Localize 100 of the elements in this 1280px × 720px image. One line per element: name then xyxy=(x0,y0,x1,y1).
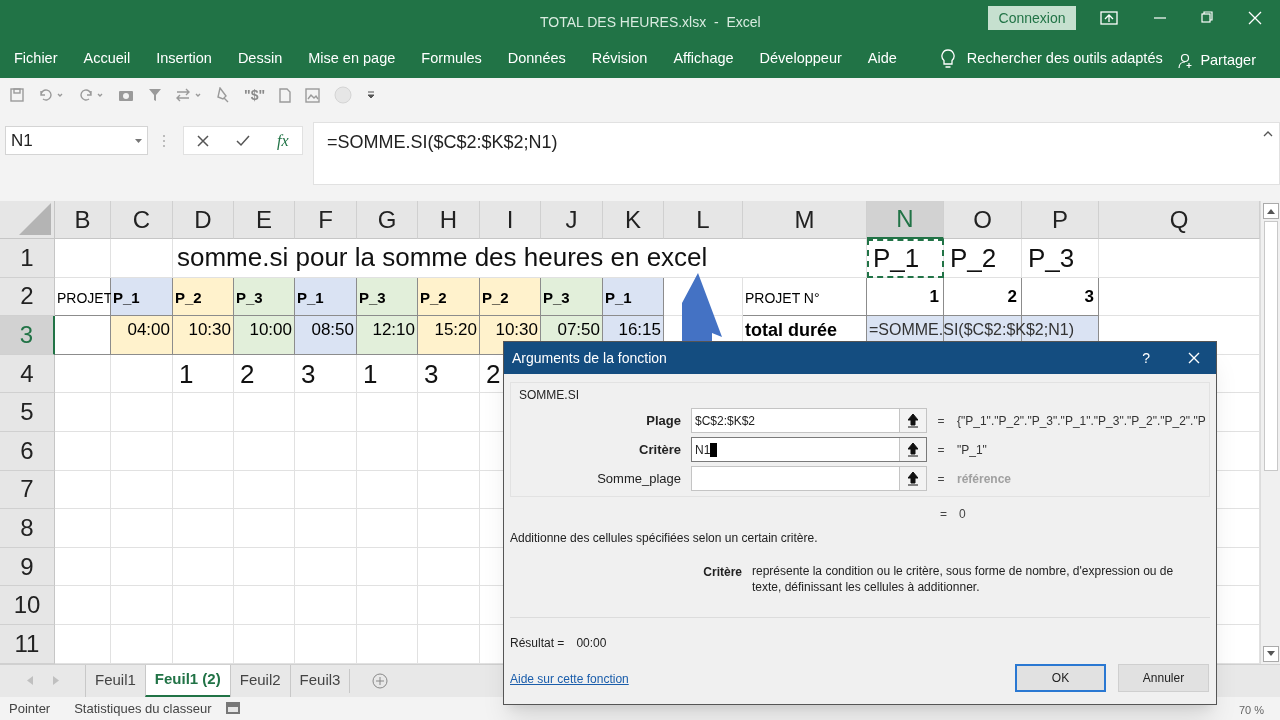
undo-icon[interactable] xyxy=(38,88,64,102)
row-header[interactable]: 6 xyxy=(0,431,55,471)
collapse-icon[interactable] xyxy=(1263,131,1273,137)
ribbon-tab[interactable]: Fichier xyxy=(14,48,58,70)
ribbon-tab[interactable]: Insertion xyxy=(156,48,212,70)
column-header[interactable]: D xyxy=(173,201,234,239)
column-header[interactable]: H xyxy=(418,201,480,239)
ribbon-tab[interactable]: Développeur xyxy=(759,48,842,70)
column-header[interactable]: K xyxy=(603,201,664,239)
column-header[interactable]: I xyxy=(480,201,541,239)
column-header[interactable]: M xyxy=(743,201,867,239)
row-header[interactable]: 5 xyxy=(0,393,55,432)
sheet-tab[interactable]: Feuil1 (2) xyxy=(144,664,230,697)
row-header[interactable]: 7 xyxy=(0,470,55,510)
restore-icon[interactable] xyxy=(1201,11,1213,23)
column-header[interactable]: O xyxy=(944,201,1022,239)
column-header[interactable]: C xyxy=(111,201,173,239)
ribbon-tab[interactable]: Données xyxy=(507,48,566,70)
caret-icon[interactable] xyxy=(135,138,142,143)
row-header[interactable]: 11 xyxy=(0,624,55,664)
help-button[interactable]: ? xyxy=(1142,347,1150,369)
ok-button[interactable]: OK xyxy=(1015,664,1106,692)
column-header[interactable]: Q xyxy=(1099,201,1260,239)
share-button[interactable]: Partager xyxy=(1178,50,1256,72)
customize-icon[interactable] xyxy=(366,90,377,100)
table-cell: P_2 xyxy=(480,277,541,317)
ribbon-tab[interactable]: Mise en page xyxy=(308,48,396,70)
row-header[interactable]: 1 xyxy=(0,239,55,278)
zoom-level[interactable]: 70 % xyxy=(1238,701,1264,719)
workbook-statistics[interactable]: Statistiques du classeur xyxy=(74,698,212,718)
argument-value: "P_1" xyxy=(956,441,988,459)
equals-sign: = xyxy=(936,441,946,459)
camera-icon[interactable] xyxy=(118,88,134,102)
ribbon-tab[interactable]: Révision xyxy=(591,48,648,70)
collapse-dialog-button[interactable] xyxy=(899,409,926,432)
brush-icon[interactable] xyxy=(216,87,230,103)
argument-field[interactable]: $C$2:$K$2 xyxy=(691,408,927,433)
argument-field[interactable]: N1 xyxy=(691,437,927,462)
table-cell: P_1 xyxy=(111,277,173,317)
table-cell: P_2 xyxy=(418,277,480,317)
parameter-description: représente la condition ou le critère, sous forme de nombre, d'expression ou de texte, définissant les cellules à additionner. xyxy=(752,563,1175,596)
cancel-icon[interactable] xyxy=(197,134,210,147)
sort-icon[interactable] xyxy=(176,88,202,102)
scroll-down-button[interactable] xyxy=(1262,645,1279,662)
upload-arrow-icon[interactable] xyxy=(908,413,918,428)
column-header[interactable]: N xyxy=(867,201,944,239)
row-header[interactable]: 9 xyxy=(0,547,55,587)
table-cell: 12:10 xyxy=(357,316,418,355)
down-arrow-icon[interactable] xyxy=(1266,651,1275,657)
ribbon-tab[interactable]: Accueil xyxy=(83,48,131,70)
table-cell: 08:50 xyxy=(295,316,357,355)
statistics-icon[interactable] xyxy=(225,702,240,715)
insert-function-button[interactable]: fx xyxy=(277,128,289,153)
image-icon[interactable] xyxy=(305,87,321,103)
ribbon-tab[interactable]: Dessin xyxy=(237,48,283,70)
row-header[interactable]: 3 xyxy=(0,316,55,355)
equals-sign: = xyxy=(940,506,947,523)
column-header[interactable]: B xyxy=(55,201,111,239)
argument-value: référence xyxy=(956,470,1013,488)
argument-field[interactable] xyxy=(691,466,927,491)
ribbon-tab[interactable]: Aide xyxy=(867,48,897,70)
document-icon[interactable] xyxy=(279,87,292,103)
scroll-up-button[interactable] xyxy=(1262,203,1279,219)
column-header[interactable]: E xyxy=(234,201,295,239)
column-header[interactable]: P xyxy=(1022,201,1099,239)
sheet-tab[interactable]: Feuil2 xyxy=(229,664,290,697)
status-mode: Pointer xyxy=(9,699,51,718)
collapse-dialog-button[interactable] xyxy=(899,438,926,461)
up-arrow-icon[interactable] xyxy=(1266,208,1275,214)
table-cell: P_3 xyxy=(234,277,295,317)
row-header[interactable]: 4 xyxy=(0,354,55,394)
column-header[interactable]: F xyxy=(295,201,357,239)
upload-arrow-icon[interactable] xyxy=(908,442,918,457)
close-icon[interactable] xyxy=(1248,11,1262,25)
row-header[interactable]: 8 xyxy=(0,509,55,548)
scroll-thumb[interactable] xyxy=(1263,221,1278,471)
help-link[interactable]: Aide sur cette fonction xyxy=(510,672,629,686)
sheet-tab[interactable]: Feuil1 xyxy=(85,664,145,697)
column-header[interactable]: L xyxy=(664,201,743,239)
filter-icon[interactable] xyxy=(148,88,162,102)
save-icon[interactable] xyxy=(10,88,24,102)
upload-arrow-icon[interactable] xyxy=(908,471,918,486)
redo-icon[interactable] xyxy=(78,88,104,102)
row-header[interactable]: 2 xyxy=(0,277,55,317)
ribbon-tab[interactable]: Affichage xyxy=(673,48,734,70)
close-icon[interactable] xyxy=(1188,352,1200,364)
name-box[interactable]: N1 xyxy=(5,126,148,155)
table-cell-text: 3 xyxy=(300,357,317,391)
row-header[interactable]: 10 xyxy=(0,586,55,625)
ribbon-tab[interactable]: Formules xyxy=(421,48,482,70)
cancel-button[interactable]: Annuler xyxy=(1118,664,1209,692)
table-cell-text: P_3 xyxy=(1027,241,1076,275)
column-header[interactable]: G xyxy=(357,201,418,239)
ribbon-display-icon[interactable] xyxy=(1100,11,1118,25)
collapse-dialog-button[interactable] xyxy=(899,467,926,490)
column-header[interactable]: J xyxy=(541,201,603,239)
formula-input[interactable]: =SOMME.SI($C$2:$K$2;N1) xyxy=(313,122,1280,185)
check-icon[interactable] xyxy=(236,134,251,147)
tell-me-search[interactable]: Rechercher des outils adaptés xyxy=(966,48,1163,70)
sign-in-button[interactable]: Connexion xyxy=(988,6,1076,30)
